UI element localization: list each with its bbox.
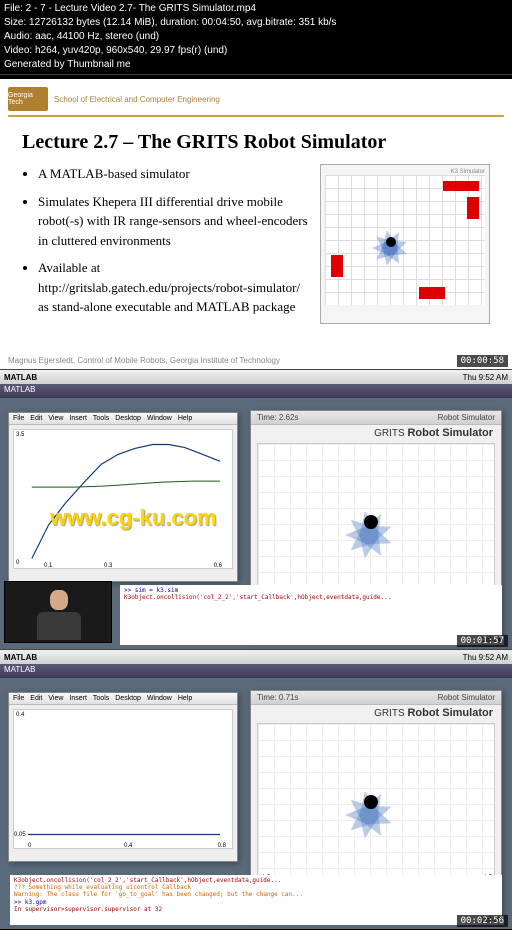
file-metadata: File: 2 - 7 - Lecture Video 2.7- The GRI… xyxy=(0,0,512,74)
figure-menubar[interactable]: File Edit View Insert Tools Desktop Wind… xyxy=(9,413,237,425)
app-name: MATLAB xyxy=(4,653,37,662)
menu-item[interactable]: Insert xyxy=(69,415,87,422)
obstacle xyxy=(467,197,479,219)
sim-wintitle: Robot Simulator xyxy=(438,413,495,422)
sim-header: Time: 2.62s Robot Simulator xyxy=(251,411,501,425)
presenter-video xyxy=(4,581,112,643)
timestamp: 00:00:58 xyxy=(457,355,508,367)
code-line: K3object.oncollision('col_2_2','start_Ca… xyxy=(14,877,498,884)
menu-item[interactable]: Tools xyxy=(93,415,109,422)
clock: Thu 9:52 AM xyxy=(463,373,508,382)
thumbnail-panel-2: MATLAB Thu 9:52 AM MATLAB File Edit View… xyxy=(0,369,512,649)
robot-sensor-fan xyxy=(329,491,409,571)
bullet-item: Simulates Khepera III differential drive… xyxy=(38,192,310,251)
menu-item[interactable]: View xyxy=(48,415,63,422)
app-name: MATLAB xyxy=(4,373,37,382)
menu-item[interactable]: Help xyxy=(178,415,192,422)
slide-footer: Magnus Egerstedt, Control of Mobile Robo… xyxy=(8,356,504,365)
footer-author: Magnus Egerstedt, Control of Mobile Robo… xyxy=(8,356,280,365)
figure-menubar[interactable]: File Edit View Insert Tools Desktop Wind… xyxy=(9,693,237,705)
obstacle xyxy=(443,181,479,191)
bullet-item: Available at http://gritslab.gatech.edu/… xyxy=(38,258,310,317)
menu-item[interactable]: Tools xyxy=(93,695,109,702)
menu-item[interactable]: File xyxy=(13,415,24,422)
menu-item[interactable]: Help xyxy=(178,695,192,702)
slide-header: Georgia Tech School of Electrical and Co… xyxy=(8,87,504,117)
bullet-item: A MATLAB-based simulator xyxy=(38,164,310,184)
menu-item[interactable]: Desktop xyxy=(115,415,141,422)
sim-canvas[interactable] xyxy=(257,443,495,603)
menu-item[interactable]: Window xyxy=(147,695,172,702)
meta-audio: Audio: aac, 44100 Hz, stereo (und) xyxy=(4,30,508,44)
menu-item[interactable]: View xyxy=(48,695,63,702)
menu-item[interactable]: File xyxy=(13,695,24,702)
code-line: Warning: The class file for 'go_to_goal'… xyxy=(14,891,498,898)
figure-window[interactable]: File Edit View Insert Tools Desktop Wind… xyxy=(8,412,238,582)
figure-window[interactable]: File Edit View Insert Tools Desktop Wind… xyxy=(8,692,238,862)
simulator-screenshot: K3 Simulator xyxy=(320,164,490,324)
mac-menubar[interactable]: MATLAB Thu 9:52 AM xyxy=(0,650,512,664)
chart-svg xyxy=(14,430,232,568)
sim-canvas[interactable]: -1.5 1.5 xyxy=(257,723,495,883)
meta-video: Video: h264, yuv420p, 960x540, 29.97 fps… xyxy=(4,44,508,58)
menu-item[interactable]: Window xyxy=(147,415,172,422)
code-line: In supervisor>supervisor.supervisor at 3… xyxy=(14,906,498,913)
menu-item[interactable]: Edit xyxy=(30,415,42,422)
robot-sensor-fan xyxy=(329,771,409,851)
obstacle xyxy=(419,287,445,299)
meta-generator: Generated by Thumbnail me xyxy=(4,58,508,72)
sim-time: Time: 2.62s xyxy=(257,413,299,422)
thumbnail-panel-1: Georgia Tech School of Electrical and Co… xyxy=(0,74,512,369)
obstacle xyxy=(331,255,343,277)
sim-brand: GRITS Robot Simulator xyxy=(251,705,501,721)
clock: Thu 9:52 AM xyxy=(463,653,508,662)
matlab-titlebar: MATLAB xyxy=(0,664,512,678)
matlab-titlebar: MATLAB xyxy=(0,384,512,398)
sim-brand: GRITS Robot Simulator xyxy=(251,425,501,441)
matlab-plot-1: 0.1 0.3 0.6 3.5 0 xyxy=(13,429,233,569)
menu-item[interactable]: Insert xyxy=(69,695,87,702)
sim-header: Time: 0.71s Robot Simulator xyxy=(251,691,501,705)
thumbnail-panel-3: MATLAB Thu 9:52 AM MATLAB File Edit View… xyxy=(0,649,512,929)
code-line: >> sim = k3.sim xyxy=(124,587,498,594)
menu-item[interactable]: Edit xyxy=(30,695,42,702)
meta-size: Size: 12726132 bytes (12.14 MiB), durati… xyxy=(4,16,508,30)
chart-svg xyxy=(14,710,232,848)
matlab-console[interactable]: K3object.oncollision('col_2_2','start_Ca… xyxy=(10,875,502,925)
gt-logo: Georgia Tech xyxy=(8,87,48,111)
slide-title: Lecture 2.7 – The GRITS Robot Simulator xyxy=(22,131,504,154)
sim-wintitle: Robot Simulator xyxy=(438,693,495,702)
code-line: ??? Something while evaluating uicontrol… xyxy=(14,884,498,891)
mac-menubar[interactable]: MATLAB Thu 9:52 AM xyxy=(0,370,512,384)
slide-bullets: A MATLAB-based simulator Simulates Khepe… xyxy=(22,164,310,325)
timestamp: 00:02:56 xyxy=(457,915,508,927)
code-line: K3object.oncollision('col_2_2','start_Ca… xyxy=(124,594,498,601)
lecture-slide: Georgia Tech School of Electrical and Co… xyxy=(0,79,512,369)
matlab-plot-2: 0 0.4 0.8 0.4 0.05 xyxy=(13,709,233,849)
menu-item[interactable]: Desktop xyxy=(115,695,141,702)
timestamp: 00:01:57 xyxy=(457,635,508,647)
code-line: >> k3.gpm xyxy=(14,899,498,906)
school-name: School of Electrical and Computer Engine… xyxy=(54,95,220,104)
matlab-console[interactable]: >> sim = k3.sim K3object.oncollision('co… xyxy=(120,585,502,645)
sim-grid xyxy=(325,175,485,305)
sim-time: Time: 0.71s xyxy=(257,693,299,702)
slide-body: A MATLAB-based simulator Simulates Khepe… xyxy=(8,164,504,325)
meta-file: File: 2 - 7 - Lecture Video 2.7- The GRI… xyxy=(4,2,508,16)
